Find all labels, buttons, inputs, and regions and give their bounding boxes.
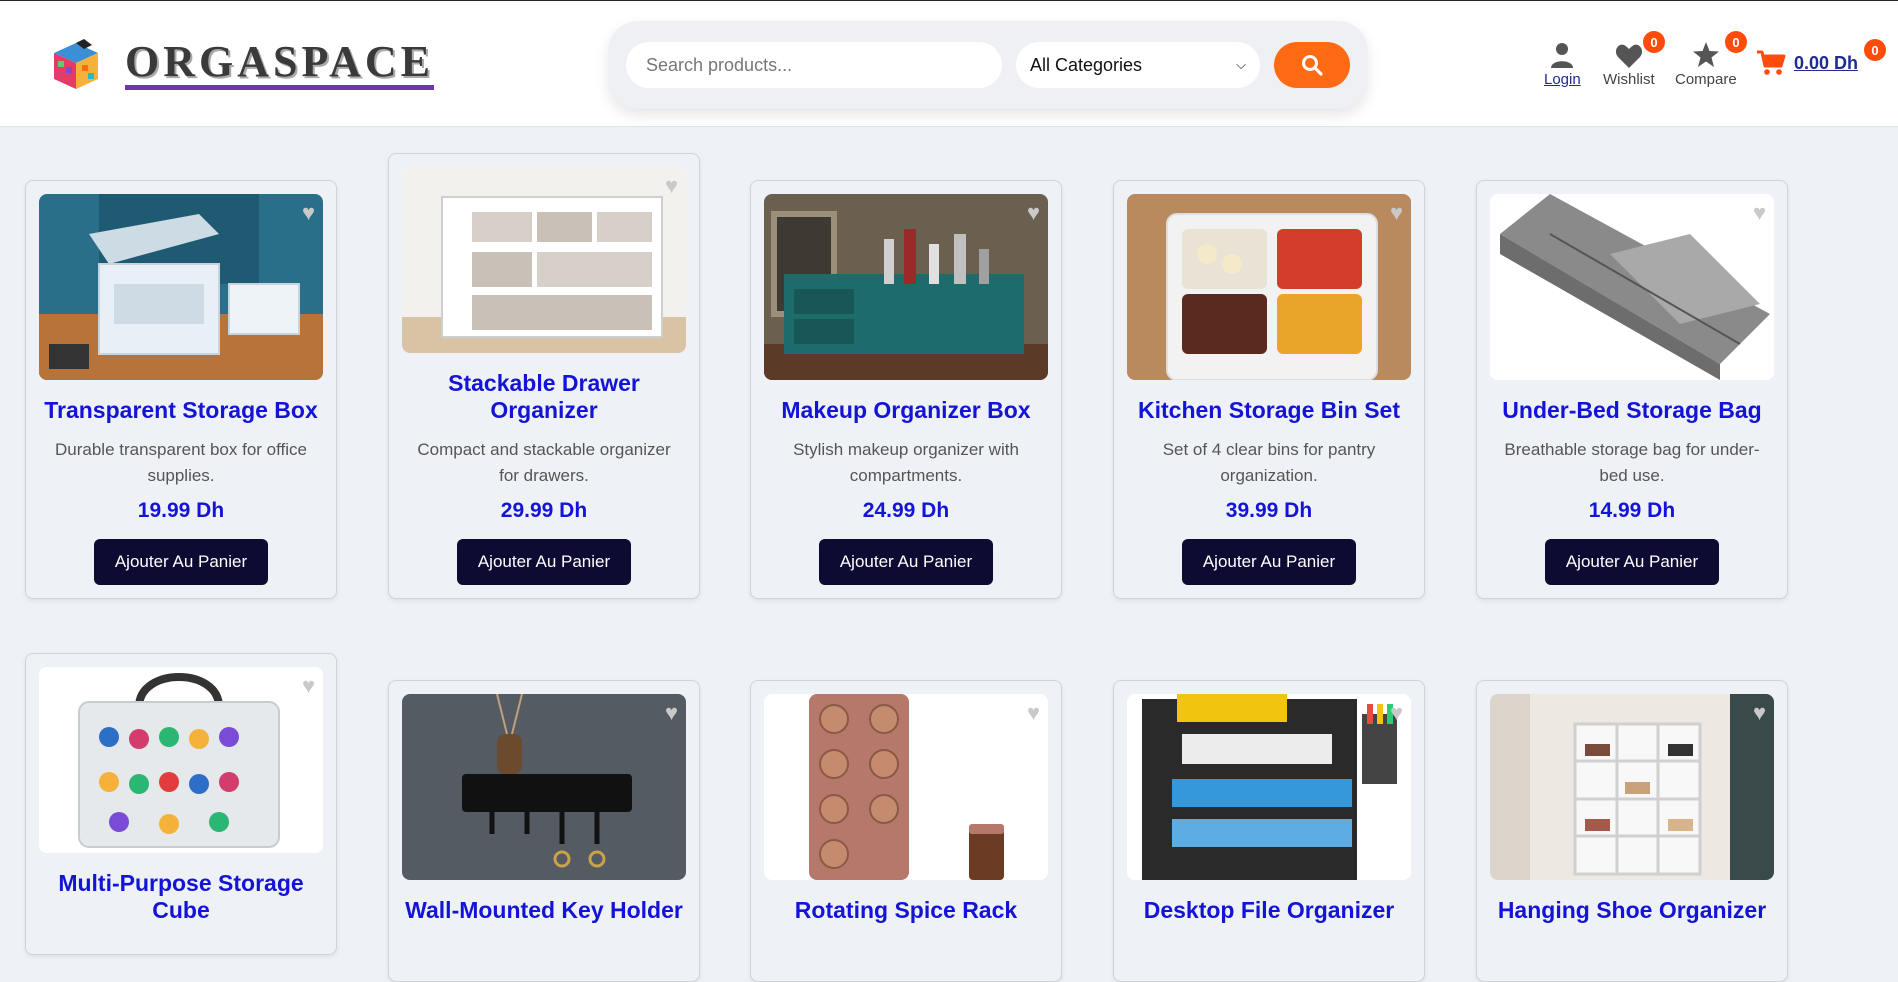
wishlist-heart-icon[interactable]: ♥ [1390,200,1403,226]
product-description: Durable transparent box for office suppl… [55,440,307,485]
heart-icon [1615,44,1642,68]
product-title[interactable]: Desktop File Organizer [1124,897,1414,924]
search-bar: All Categories ⌵ [608,21,1368,109]
product-card[interactable]: ♥ Stackable Drawer Organizer Compact and… [388,153,700,599]
user-icon [1551,43,1574,68]
add-to-cart-button[interactable]: Ajouter Au Panier [1545,539,1719,585]
product-card[interactable]: ♥ Kitchen Storage Bin Set Set of 4 clear… [1113,180,1425,599]
cart-total: 0.00 Dh [1794,52,1859,73]
cart-icon [1757,50,1786,75]
cart-link[interactable]: 0.00 Dh 0 [1756,39,1886,77]
product-card[interactable]: ♥ Wall-Mounted Key Holder [388,680,700,982]
product-description: Compact and stackable organizer for draw… [417,440,671,485]
product-title[interactable]: Kitchen Storage Bin Set [1124,397,1414,424]
product-title[interactable]: Stackable Drawer Organizer [399,370,689,424]
product-image[interactable]: ♥ [1127,694,1411,880]
product-card[interactable]: ♥ Desktop File Organizer [1113,680,1425,982]
product-image[interactable]: ♥ [402,694,686,880]
wishlist-heart-icon[interactable]: ♥ [1027,200,1040,226]
add-to-cart-button[interactable]: Ajouter Au Panier [457,539,631,585]
add-to-cart-button[interactable]: Ajouter Au Panier [94,539,268,585]
cart-count-badge: 0 [1864,39,1886,61]
product-title[interactable]: Hanging Shoe Organizer [1487,897,1777,924]
product-title[interactable]: Makeup Organizer Box [761,397,1051,424]
wishlist-heart-icon[interactable]: ♥ [665,173,678,199]
search-input[interactable] [626,42,1002,88]
wishlist-label: Wishlist [1603,71,1655,88]
search-button[interactable] [1274,42,1350,88]
add-to-cart-button[interactable]: Ajouter Au Panier [1182,539,1356,585]
product-card[interactable]: ♥ Multi-Purpose Storage Cube [25,653,337,955]
login-link[interactable]: Login [1544,39,1581,88]
brand-name[interactable]: ORGASPACE [125,39,434,90]
product-image[interactable]: ♥ [402,167,686,353]
product-price: 14.99 Dh [1588,499,1676,522]
logo-icon[interactable] [48,39,104,91]
wishlist-heart-icon[interactable]: ♥ [665,700,678,726]
product-image[interactable]: ♥ [1490,694,1774,880]
product-title[interactable]: Transparent Storage Box [36,397,326,424]
product-title[interactable]: Multi-Purpose Storage Cube [36,870,326,924]
wishlist-heart-icon[interactable]: ♥ [1753,700,1766,726]
site-header: ORGASPACE All Categories ⌵ Login [0,1,1898,127]
wishlist-heart-icon[interactable]: ♥ [1753,200,1766,226]
product-image[interactable]: ♥ [1490,194,1774,380]
compare-link[interactable]: Compare 0 [1675,31,1747,88]
product-price: 39.99 Dh [1225,499,1313,522]
category-select[interactable]: All Categories ⌵ [1016,42,1260,88]
wishlist-count-badge: 0 [1643,31,1665,53]
product-card[interactable]: ♥ Makeup Organizer Box Stylish makeup or… [750,180,1062,599]
star-icon [1692,42,1719,67]
product-image[interactable]: ♥ [39,667,323,853]
wishlist-heart-icon[interactable]: ♥ [1027,700,1040,726]
wishlist-heart-icon[interactable]: ♥ [302,200,315,226]
wishlist-heart-icon[interactable]: ♥ [1390,700,1403,726]
compare-count-badge: 0 [1725,31,1747,53]
product-image[interactable]: ♥ [1127,194,1411,380]
product-title[interactable]: Rotating Spice Rack [761,897,1051,924]
wishlist-heart-icon[interactable]: ♥ [302,673,315,699]
product-description: Set of 4 clear bins for pantry organizat… [1162,440,1376,485]
chevron-down-icon: ⌵ [1236,57,1246,72]
product-image[interactable]: ♥ [39,194,323,380]
product-card[interactable]: ♥ Hanging Shoe Organizer [1476,680,1788,982]
category-select-value: All Categories [1030,54,1143,75]
product-title[interactable]: Wall-Mounted Key Holder [399,897,689,924]
product-image[interactable]: ♥ [764,694,1048,880]
product-price: 19.99 Dh [137,499,225,522]
product-title[interactable]: Under-Bed Storage Bag [1487,397,1777,424]
add-to-cart-button[interactable]: Ajouter Au Panier [819,539,993,585]
product-price: 24.99 Dh [862,499,950,522]
login-label: Login [1544,71,1581,88]
product-price: 29.99 Dh [500,499,588,522]
product-card[interactable]: ♥ Rotating Spice Rack [750,680,1062,982]
product-card[interactable]: ♥ Under-Bed Storage Bag Breathable stora… [1476,180,1788,599]
search-icon [1302,55,1323,76]
wishlist-link[interactable]: Wishlist 0 [1603,31,1665,88]
product-image[interactable]: ♥ [764,194,1048,380]
product-description: Breathable storage bag for under-bed use… [1504,440,1760,485]
product-card[interactable]: ♥ Transparent Storage Box Durable transp… [25,180,337,599]
compare-label: Compare [1675,71,1737,88]
product-description: Stylish makeup organizer with compartmen… [793,440,1019,485]
